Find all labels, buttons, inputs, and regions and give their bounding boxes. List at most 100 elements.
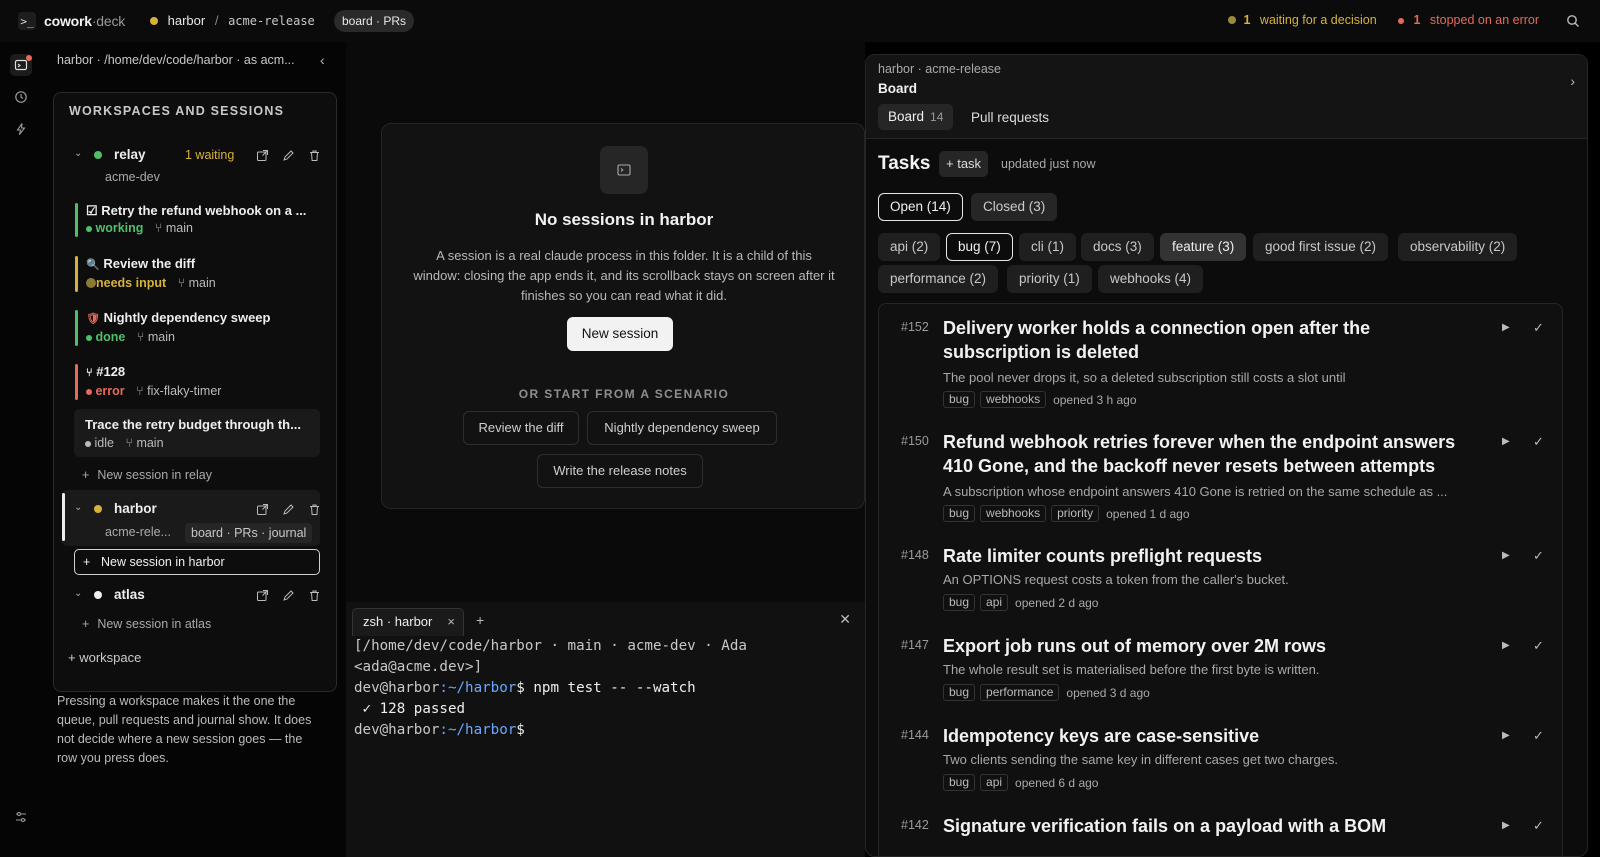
error-status[interactable]: 1 stopped on an error — [1398, 13, 1539, 27]
new-session-harbor-button[interactable]: + New session in harbor — [74, 549, 320, 575]
branch-icon: ⑂ — [154, 221, 163, 235]
close-tab-icon[interactable]: × — [447, 609, 455, 635]
breadcrumb-workspace[interactable]: harbor — [168, 13, 206, 28]
play-icon[interactable]: ▶ — [1502, 640, 1510, 651]
task-row[interactable]: #152 Delivery worker holds a connection … — [879, 316, 1564, 416]
add-task-button[interactable]: + task — [939, 151, 989, 177]
trash-icon[interactable] — [306, 147, 322, 163]
session-row[interactable]: ⑂ #128 error ⑂ fix-flaky-timer — [75, 364, 321, 400]
task-row[interactable]: #147 Export job runs out of memory over … — [879, 634, 1564, 710]
pencil-icon[interactable] — [280, 501, 296, 517]
terminal-output[interactable]: [/home/dev/code/harbor · main · acme-dev… — [354, 636, 859, 741]
workspace-row-harbor[interactable]: ⌄ harbor acme-rele... board · PRs · jour… — [54, 499, 336, 543]
session-branch: main — [165, 221, 193, 235]
task-number: #142 — [901, 818, 929, 832]
collapse-sidebar-icon[interactable]: ‹ — [320, 52, 325, 68]
waiting-dot — [1228, 16, 1236, 24]
play-icon[interactable]: ▶ — [1502, 322, 1510, 333]
open-external-icon[interactable] — [254, 501, 270, 517]
session-row[interactable]: Trace the retry budget through th... idl… — [74, 409, 320, 457]
open-external-icon[interactable] — [254, 587, 270, 603]
task-row[interactable]: #148 Rate limiter counts preflight reque… — [879, 544, 1564, 620]
open-external-icon[interactable] — [254, 147, 270, 163]
session-row[interactable]: 🛡 Nightly dependency sweep done ⑂ main — [75, 310, 321, 346]
new-session-relay-button[interactable]: + New session in relay — [82, 468, 212, 482]
pencil-icon[interactable] — [280, 147, 296, 163]
task-row[interactable]: #144 Idempotency keys are case-sensitive… — [879, 724, 1564, 800]
scenario-dependency-sweep[interactable]: Nightly dependency sweep — [587, 411, 777, 445]
task-row[interactable]: #150 Refund webhook retries forever when… — [879, 430, 1564, 530]
view-pill[interactable]: board · PRs — [334, 10, 415, 32]
chevron-down-icon[interactable]: ⌄ — [74, 502, 82, 513]
label-filter[interactable]: priority (1) — [1007, 265, 1092, 293]
automation-rail-button[interactable] — [10, 118, 32, 140]
workspace-views-pill[interactable]: board · PRs · journal — [185, 523, 313, 543]
play-icon[interactable]: ▶ — [1502, 436, 1510, 447]
check-icon[interactable]: ✓ — [1533, 818, 1544, 834]
tab-board[interactable]: Board 14 — [878, 104, 954, 130]
check-icon[interactable]: ✓ — [1533, 548, 1544, 564]
history-rail-button[interactable] — [10, 86, 32, 108]
session-status: done — [95, 330, 126, 344]
trash-icon[interactable] — [306, 501, 322, 517]
label-filter[interactable]: cli (1) — [1019, 233, 1076, 261]
search-icon[interactable] — [1566, 14, 1580, 28]
task-tag: bug — [943, 505, 976, 522]
new-tab-icon[interactable]: + — [476, 612, 484, 628]
label-filter[interactable]: webhooks (4) — [1098, 265, 1204, 293]
sessions-rail-button[interactable] — [10, 54, 32, 76]
terminal-line: ✓ 128 passed — [354, 701, 466, 717]
task-row[interactable]: #142 Signature verification fails on a p… — [879, 814, 1564, 854]
label-filter[interactable]: api (2) — [878, 233, 941, 261]
terminal-tab[interactable]: zsh · harbor × — [352, 608, 464, 636]
task-number: #147 — [901, 638, 929, 652]
workspace-row-relay[interactable]: ⌄ relay 1 waiting acme-dev — [54, 145, 336, 185]
workspace-actions — [254, 501, 322, 517]
session-status-bar — [75, 364, 78, 400]
board-pane: harbor · acme-release Board › Board 14 Pu… — [865, 42, 1600, 857]
label-filter[interactable]: feature (3) — [1160, 233, 1247, 261]
play-icon[interactable]: ▶ — [1502, 550, 1510, 561]
session-row[interactable]: ☑ Retry the refund webhook on a ... work… — [75, 203, 321, 237]
waiting-status[interactable]: 1 waiting for a decision — [1228, 13, 1377, 27]
play-icon[interactable]: ▶ — [1502, 820, 1510, 831]
error-label: stopped on an error — [1429, 13, 1540, 27]
filter-open[interactable]: Open (14) — [878, 193, 963, 221]
add-workspace-button[interactable]: + workspace — [68, 650, 141, 665]
settings-rail-button[interactable] — [10, 806, 32, 828]
chevron-down-icon[interactable]: ⌄ — [74, 588, 82, 599]
check-icon[interactable]: ✓ — [1533, 638, 1544, 654]
task-number: #148 — [901, 548, 929, 562]
pull-request-icon: ⑂ — [86, 367, 93, 379]
breadcrumb-branch[interactable]: acme-release — [228, 14, 315, 28]
session-status: idle — [94, 436, 114, 450]
check-icon[interactable]: ✓ — [1533, 728, 1544, 744]
label-filter[interactable]: performance (2) — [878, 265, 999, 293]
session-row[interactable]: 🔍 Review the diff needs input ⑂ main — [75, 256, 321, 292]
play-icon[interactable]: ▶ — [1502, 730, 1510, 741]
label-filter[interactable]: bug (7) — [946, 233, 1013, 261]
label-filter[interactable]: observability (2) — [1398, 233, 1518, 261]
scenario-heading: OR START FROM A SCENARIO — [518, 387, 730, 401]
label-filter[interactable]: good first issue (2) — [1253, 233, 1389, 261]
chevron-down-icon[interactable]: ⌄ — [74, 148, 82, 159]
workspace-branch: acme-dev — [105, 170, 160, 184]
scenario-release-notes[interactable]: Write the release notes — [537, 454, 703, 488]
scenario-review-diff[interactable]: Review the diff — [463, 411, 579, 445]
tab-pull-requests[interactable]: Pull requests — [971, 110, 1049, 125]
filter-closed[interactable]: Closed (3) — [971, 193, 1058, 221]
close-terminal-icon[interactable]: ✕ — [839, 611, 851, 628]
lightning-icon — [16, 123, 26, 135]
empty-title: No sessions in harbor — [534, 210, 714, 229]
label-filter[interactable]: docs (3) — [1081, 233, 1154, 261]
waiting-badge: 1 waiting — [185, 148, 235, 162]
trash-icon[interactable] — [306, 587, 322, 603]
check-icon[interactable]: ✓ — [1533, 434, 1544, 450]
new-session-button[interactable]: New session — [567, 317, 673, 351]
new-session-atlas-button[interactable]: + New session in atlas — [82, 617, 211, 631]
check-icon[interactable]: ✓ — [1533, 320, 1544, 336]
chevron-right-icon[interactable]: › — [1570, 73, 1575, 89]
pencil-icon[interactable] — [280, 587, 296, 603]
session-status: working — [95, 221, 144, 235]
waiting-label: waiting for a decision — [1259, 13, 1377, 27]
